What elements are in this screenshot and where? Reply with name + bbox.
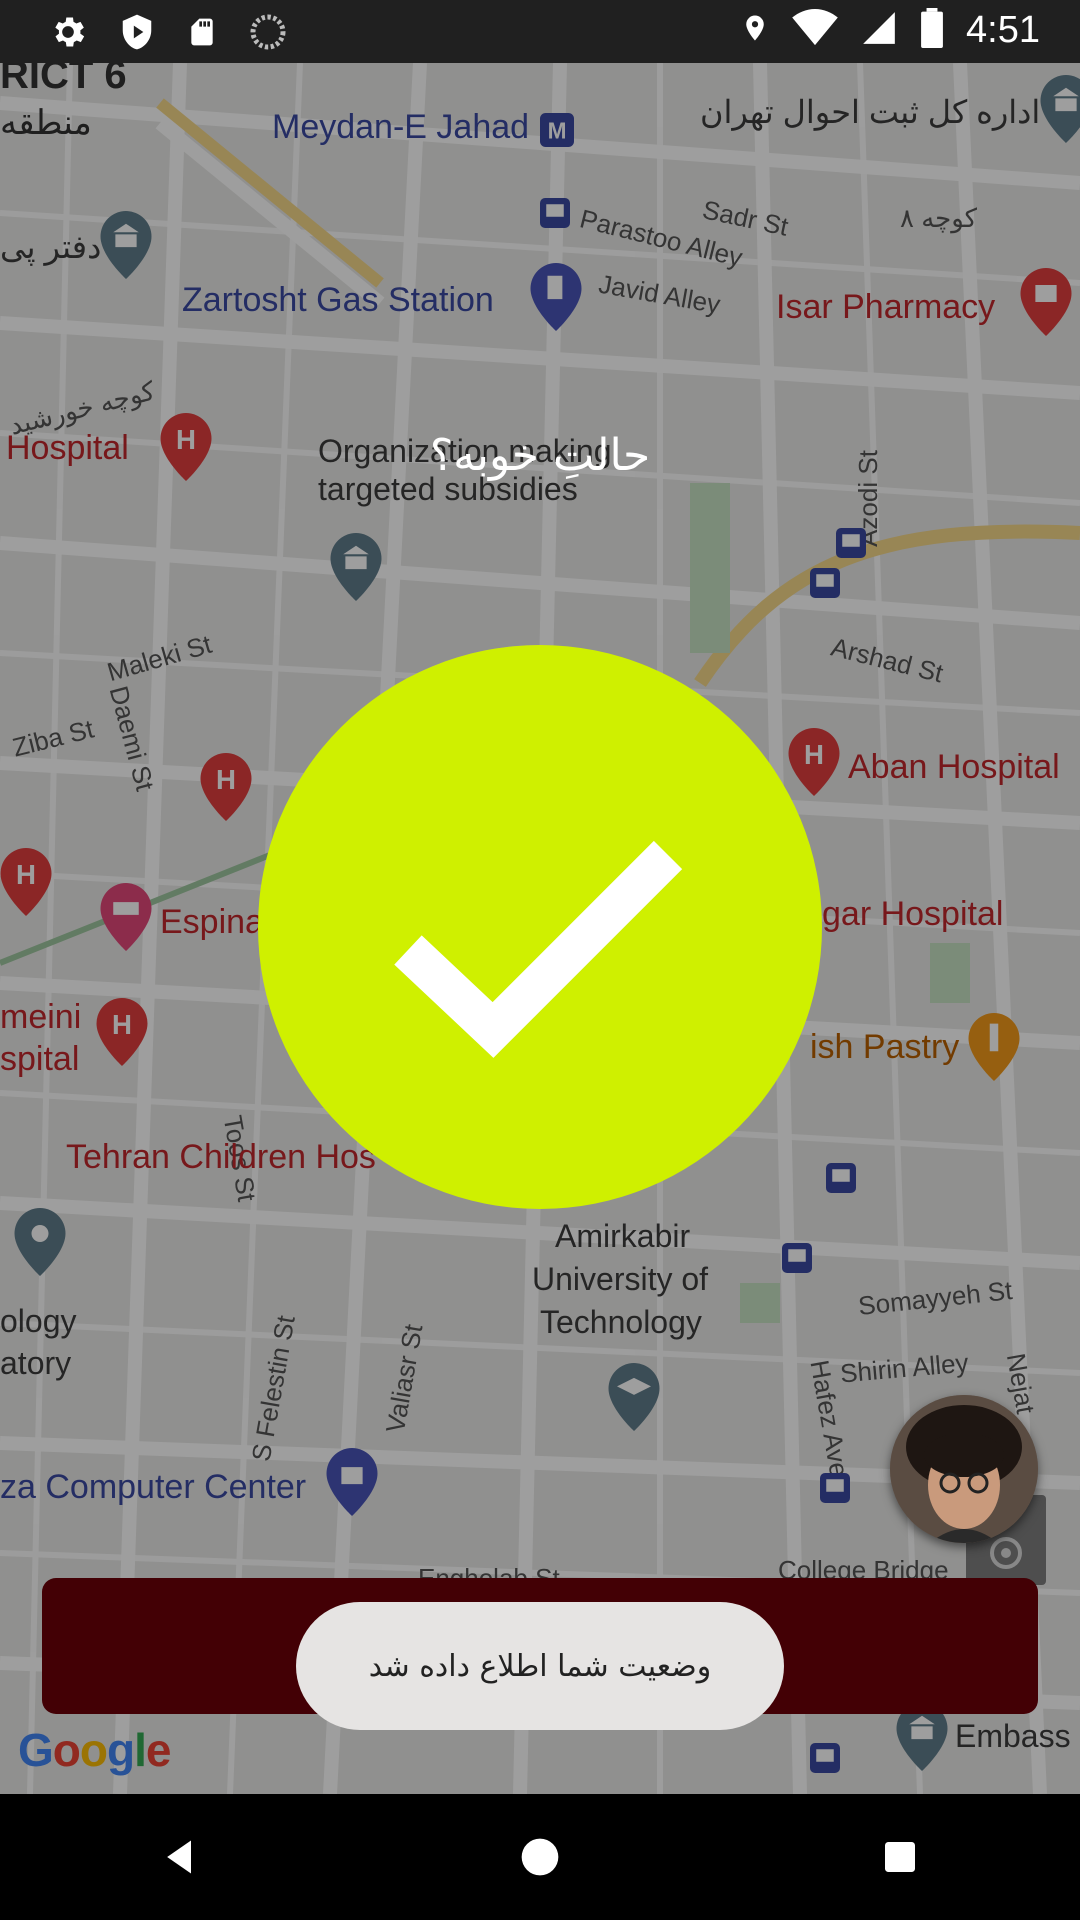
checkmark-icon bbox=[394, 840, 683, 1058]
home-icon bbox=[521, 1838, 559, 1876]
wifi-icon bbox=[792, 9, 838, 51]
profile-photo bbox=[890, 1395, 1038, 1543]
confirm-button[interactable] bbox=[258, 645, 822, 1209]
gear-icon bbox=[48, 12, 88, 56]
recents-icon bbox=[885, 1842, 915, 1872]
location-icon bbox=[740, 8, 770, 52]
clock: 4:51 bbox=[966, 8, 1040, 51]
home-button[interactable] bbox=[480, 1797, 600, 1917]
sd-card-icon bbox=[186, 13, 218, 55]
sync-icon bbox=[248, 12, 288, 56]
recents-button[interactable] bbox=[840, 1797, 960, 1917]
question-title: حالتِ خوبه؟ bbox=[429, 430, 651, 481]
back-icon bbox=[167, 1840, 191, 1874]
toast-message: وضعیت شما اطلاع داده شد bbox=[296, 1602, 784, 1730]
back-button[interactable] bbox=[120, 1797, 240, 1917]
status-bar: 4:51 bbox=[0, 0, 1080, 63]
navigation-bar bbox=[0, 1794, 1080, 1920]
shield-icon bbox=[118, 12, 156, 56]
signal-icon bbox=[860, 9, 898, 51]
avatar[interactable] bbox=[890, 1395, 1038, 1543]
battery-icon bbox=[920, 8, 944, 52]
